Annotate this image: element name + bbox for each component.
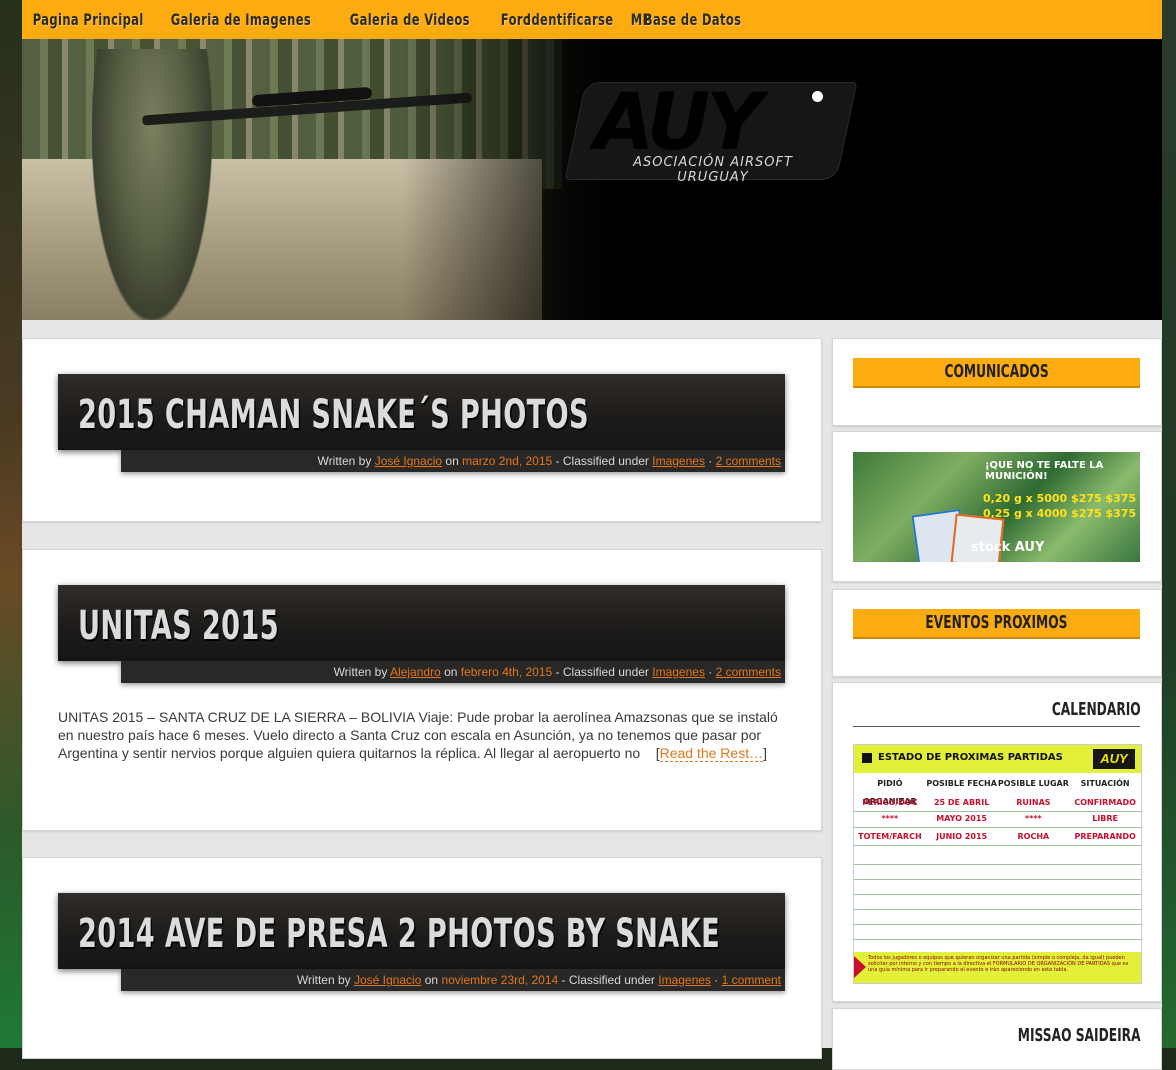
read-more-link[interactable]: Read the Rest…	[659, 745, 764, 762]
calendar-footer: Todos los jugadores o equipos que quiera…	[854, 952, 1141, 983]
widget-comunicados: COMUNICADOS	[832, 338, 1162, 426]
post-title-bar: 2014 AVE DE PRESA 2 PHOTOS BY SNAKE	[58, 893, 785, 969]
post-excerpt: UNITAS 2015 – SANTA CRUZ DE LA SIERRA – …	[58, 709, 778, 762]
calendar-column-header: POSIBLE FECHA	[926, 779, 997, 788]
calendar-empty-rows	[854, 850, 1141, 950]
widget-title: CALENDARIO	[1052, 699, 1141, 720]
post-card: 2015 CHAMAN SNAKE´S PHOTOS Written by Jo…	[22, 338, 822, 522]
post-meta: Written by José Ignacio on noviembre 23r…	[121, 969, 785, 991]
widget-missao-saideira: MISSAO SAIDEIRA	[832, 1008, 1162, 1070]
ammo-ad-row: 0,20 g x 5000 $275 $375	[983, 492, 1137, 505]
meta-on: on	[424, 973, 439, 987]
calendar-cell: CONFIRMADO	[1074, 798, 1136, 807]
post-comments-link[interactable]: 1 comment	[722, 973, 781, 987]
post-date[interactable]: febrero 4th, 2015	[461, 665, 552, 679]
post-meta: Written by Alejandro on febrero 4th, 201…	[121, 661, 785, 683]
meta-separator: ·	[708, 665, 713, 679]
meta-separator: ·	[708, 454, 713, 468]
nav-identificarse[interactable]: Identificarse	[516, 0, 624, 39]
meta-on: on	[445, 454, 459, 468]
calendar-columns: PIDIÓ ORGANIZAR POSIBLE FECHA POSIBLE LU…	[854, 775, 1141, 806]
widget-ammo-ad: ¡QUE NO TE FALTE LA MUNICIÓN! 0,20 g x 5…	[832, 431, 1162, 582]
post-author-link[interactable]: José Ignacio	[375, 454, 442, 468]
widget-title-underline	[853, 726, 1140, 727]
post-title-bar: 2015 CHAMAN SNAKE´S PHOTOS	[58, 374, 785, 450]
widget-calendario: CALENDARIO ESTADO DE PROXIMAS PARTIDAS A…	[832, 682, 1162, 1002]
calendar-cell: MAYO 2015	[936, 814, 987, 823]
calendar-header-text: ESTADO DE PROXIMAS PARTIDAS	[878, 752, 1063, 763]
page-wrapper: Pagina Principal Galeria de Imagenes Gal…	[22, 0, 1162, 1070]
widget-title: COMUNICADOS	[944, 361, 1049, 382]
widget-header-bar: COMUNICADOS	[853, 358, 1140, 388]
meta-written-by: Written by	[317, 454, 372, 468]
post-title-bar: UNITAS 2015	[58, 585, 785, 661]
nav-galeria-imagenes[interactable]: Galeria de Imagenes	[160, 0, 322, 39]
post-title[interactable]: UNITAS 2015	[78, 603, 279, 649]
meta-written-by: Written by	[296, 973, 351, 987]
background-right	[1162, 0, 1176, 1048]
calendar-column-header: SITUACIÓN	[1080, 779, 1130, 788]
meta-classified: - Classified under	[561, 973, 655, 987]
post-card: UNITAS 2015 Written by Alejandro on febr…	[22, 549, 822, 831]
calendar-cell: ****	[1025, 814, 1042, 823]
post-title[interactable]: 2014 AVE DE PRESA 2 PHOTOS BY SNAKE	[78, 911, 720, 957]
calendar-cell: 25 DE ABRIL	[933, 798, 990, 807]
ammo-ad-row: 0,25 g x 4000 $275 $375	[983, 507, 1137, 520]
ammo-ad-headline: ¡QUE NO TE FALTE LA MUNICIÓN!	[985, 460, 1104, 482]
nav-galeria-videos[interactable]: Galeria de Videos	[339, 0, 481, 39]
widget-title: EVENTOS PROXIMOS	[925, 612, 1068, 633]
calendar-logo: AUY	[1093, 749, 1135, 769]
calendar-header: ESTADO DE PROXIMAS PARTIDAS AUY	[854, 745, 1141, 773]
post-date[interactable]: noviembre 23rd, 2014	[441, 973, 558, 987]
soldier-image	[92, 49, 212, 320]
post-card: 2014 AVE DE PRESA 2 PHOTOS BY SNAKE Writ…	[22, 857, 822, 1059]
post-meta: Written by José Ignacio on marzo 2nd, 20…	[121, 450, 785, 472]
site-logo[interactable]: AUY	[594, 83, 763, 163]
site-logo-subtitle: ASOCIACIÓN AIRSOFT URUGUAY	[633, 155, 793, 185]
widget-header-bar: EVENTOS PROXIMOS	[853, 609, 1140, 639]
arrow-right-icon	[854, 956, 866, 978]
calendar-row: **** MAYO 2015 **** LIBRE	[854, 811, 1141, 828]
calendar-cell: RUINAS	[1016, 798, 1051, 807]
calendar-cell: ROCHA	[1017, 832, 1050, 841]
post-title[interactable]: 2015 CHAMAN SNAKE´S PHOTOS	[78, 392, 589, 438]
post-author-link[interactable]: José Ignacio	[354, 973, 421, 987]
meta-written-by: Written by	[333, 665, 388, 679]
ammo-ad-banner[interactable]: ¡QUE NO TE FALTE LA MUNICIÓN! 0,20 g x 5…	[853, 452, 1140, 562]
ammo-ad-stock: stock AUY	[971, 540, 1045, 555]
calendar-cell: TOTEM/FARCH	[858, 832, 922, 841]
post-category-link[interactable]: Imagenes	[652, 665, 705, 679]
calendar-cell: PREPARANDO	[1074, 832, 1136, 841]
post-comments-link[interactable]: 2 comments	[716, 454, 781, 468]
background-left	[0, 0, 22, 1048]
meta-separator: ·	[714, 973, 719, 987]
widget-title: MISSAO SAIDEIRA	[1018, 1025, 1141, 1046]
calendar-column-header: POSIBLE LUGAR	[997, 779, 1069, 788]
calendar-cell: PERICO/DOC	[862, 798, 918, 807]
meta-classified: - Classified under	[555, 454, 649, 468]
calendar-row: TOTEM/FARCH JUNIO 2015 ROCHA PREPARANDO	[854, 829, 1141, 846]
calendar-cell: ****	[881, 814, 899, 823]
post-category-link[interactable]: Imagenes	[658, 973, 711, 987]
logo-dot-icon	[812, 91, 823, 102]
meta-classified: - Classified under	[555, 665, 649, 679]
nav-base-de-datos[interactable]: Base de Datos	[633, 0, 752, 39]
calendar-cell: JUNIO 2015	[936, 832, 988, 841]
calendar-footnote: Todos los jugadores o equipos que quiera…	[868, 955, 1129, 973]
square-icon	[862, 753, 872, 763]
post-date[interactable]: marzo 2nd, 2015	[462, 454, 552, 468]
post-author-link[interactable]: Alejandro	[390, 665, 441, 679]
post-comments-link[interactable]: 2 comments	[716, 665, 781, 679]
widget-eventos: EVENTOS PROXIMOS	[832, 589, 1162, 677]
nav-pagina-principal[interactable]: Pagina Principal	[22, 0, 154, 39]
calendar-column-header: PIDIÓ ORGANIZAR	[863, 779, 917, 806]
main-nav: Pagina Principal Galeria de Imagenes Gal…	[22, 0, 1162, 39]
calendar-row: PERICO/DOC 25 DE ABRIL RUINAS CONFIRMADO	[854, 795, 1141, 812]
calendar-cell: LIBRE	[1092, 814, 1119, 823]
post-category-link[interactable]: Imagenes	[652, 454, 705, 468]
calendar-image[interactable]: ESTADO DE PROXIMAS PARTIDAS AUY PIDIÓ OR…	[853, 744, 1142, 984]
meta-on: on	[444, 665, 458, 679]
header-banner[interactable]: AUY ASOCIACIÓN AIRSOFT URUGUAY	[22, 39, 1162, 320]
